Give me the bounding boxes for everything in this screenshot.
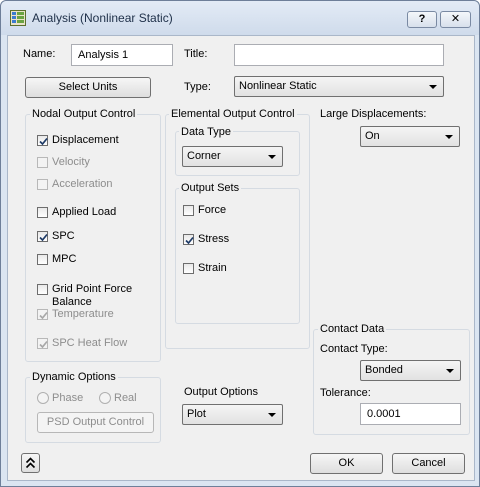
dynamic-options-group (25, 377, 161, 443)
mpc-label: MPC (52, 253, 77, 265)
tolerance-label: Tolerance: (320, 387, 371, 399)
grid-point-force-balance-label: Grid Point Force (52, 283, 133, 295)
spc-label: SPC (52, 230, 75, 242)
help-button[interactable]: ? (407, 11, 437, 28)
type-value: Nonlinear Static (239, 80, 317, 92)
name-input[interactable]: Analysis 1 (71, 44, 173, 66)
strain-label: Strain (198, 262, 227, 274)
large-displacements-value: On (365, 130, 380, 142)
chevron-down-icon (268, 155, 276, 159)
chevron-down-icon (446, 369, 454, 373)
strain-checkbox[interactable] (183, 263, 194, 274)
ok-label: OK (338, 457, 355, 469)
grid-point-force-balance-label-line2: Balance (52, 296, 92, 308)
stress-checkbox[interactable] (183, 234, 194, 245)
select-units-label: Select Units (58, 81, 118, 93)
real-label: Real (114, 392, 137, 404)
mpc-checkbox[interactable] (37, 254, 48, 265)
displacement-checkbox[interactable] (37, 135, 48, 146)
spc-heat-flow-checkbox[interactable] (37, 338, 48, 349)
data-type-value: Corner (187, 150, 221, 162)
expand-button[interactable] (21, 453, 40, 473)
ok-button[interactable]: OK (310, 453, 383, 474)
psd-output-control-label: PSD Output Control (46, 416, 145, 428)
velocity-label: Velocity (52, 156, 90, 168)
spc-checkbox[interactable] (37, 231, 48, 242)
window-title: Analysis (Nonlinear Static) (32, 11, 173, 25)
phase-label: Phase (52, 392, 84, 404)
name-label: Name: (23, 48, 56, 60)
app-icon (10, 10, 26, 26)
type-label: Type: (184, 81, 211, 93)
phase-radio[interactable] (37, 392, 49, 404)
temperature-checkbox[interactable] (37, 309, 48, 320)
output-sets-label: Output Sets (179, 182, 242, 194)
stress-label: Stress (198, 233, 230, 245)
acceleration-label: Acceleration (52, 178, 113, 190)
output-options-select[interactable]: Plot (182, 404, 283, 425)
applied-load-label: Applied Load (52, 206, 117, 218)
chevron-down-icon (429, 85, 437, 89)
title-input[interactable] (234, 44, 444, 66)
contact-type-label: Contact Type: (320, 343, 388, 355)
title-bar: Analysis (Nonlinear Static) ? ✕ (1, 1, 479, 35)
data-type-select[interactable]: Corner (182, 146, 283, 167)
contact-data-title: Contact Data (318, 323, 387, 335)
nodal-output-title: Nodal Output Control (30, 108, 138, 120)
temperature-label: Temperature (52, 308, 114, 320)
force-label: Force (198, 204, 227, 216)
contact-type-value: Bonded (365, 364, 403, 376)
cancel-button[interactable]: Cancel (392, 453, 465, 474)
velocity-checkbox[interactable] (37, 157, 48, 168)
analysis-dialog: Analysis (Nonlinear Static) ? ✕ Name: An… (0, 0, 480, 487)
type-select[interactable]: Nonlinear Static (234, 76, 444, 97)
output-options-value: Plot (187, 408, 206, 420)
output-options-label: Output Options (184, 386, 258, 398)
chevron-down-icon (268, 413, 276, 417)
data-type-label: Data Type (179, 126, 233, 138)
force-checkbox[interactable] (183, 205, 194, 216)
grid-point-force-balance-checkbox[interactable] (37, 284, 48, 295)
elemental-output-title: Elemental Output Control (169, 108, 297, 120)
chevron-down-icon (445, 135, 453, 139)
large-displacements-label: Large Displacements: (320, 108, 427, 120)
select-units-button[interactable]: Select Units (25, 77, 151, 98)
title-label: Title: (184, 48, 208, 60)
tolerance-input[interactable]: 0.0001 (360, 403, 461, 425)
spc-heat-flow-label: SPC Heat Flow (52, 337, 128, 349)
contact-type-select[interactable]: Bonded (360, 360, 461, 381)
real-radio[interactable] (99, 392, 111, 404)
psd-output-control-button[interactable]: PSD Output Control (37, 412, 154, 433)
dialog-body: Name: Analysis 1 Title: Select Units Typ… (7, 35, 475, 481)
double-chevron-up-icon (25, 457, 36, 472)
large-displacements-select[interactable]: On (360, 126, 460, 147)
acceleration-checkbox[interactable] (37, 179, 48, 190)
applied-load-checkbox[interactable] (37, 207, 48, 218)
displacement-label: Displacement (52, 134, 119, 146)
close-button[interactable]: ✕ (440, 11, 471, 28)
dynamic-options-title: Dynamic Options (30, 371, 118, 383)
cancel-label: Cancel (411, 457, 446, 469)
